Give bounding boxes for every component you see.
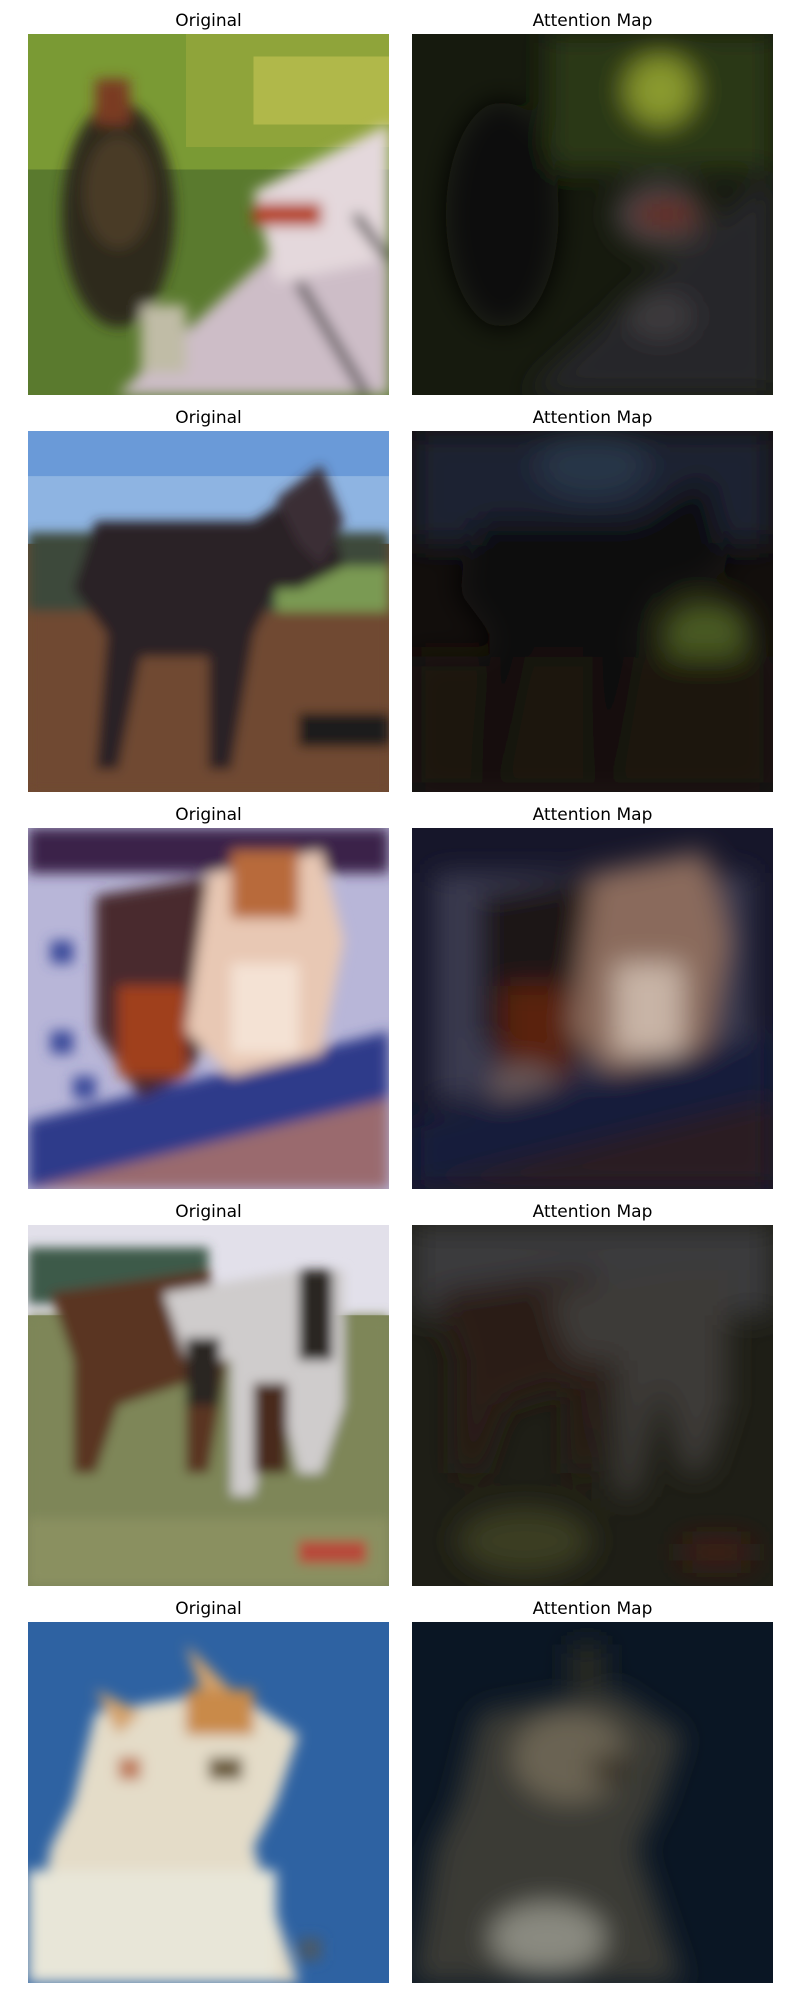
- panel-title: Original: [175, 805, 242, 825]
- panel-title: Original: [175, 11, 242, 31]
- attention-map-5: [412, 1622, 773, 1983]
- attention-map-2: [412, 431, 773, 792]
- original-image-5: [28, 1622, 389, 1983]
- panel-title: Original: [175, 1599, 242, 1619]
- original-image-2: [28, 431, 389, 792]
- attention-map-4: [412, 1225, 773, 1586]
- panel-title: Attention Map: [532, 408, 653, 428]
- attention-map-3: [412, 828, 773, 1189]
- panel-title: Attention Map: [532, 805, 653, 825]
- original-image-4: [28, 1225, 389, 1586]
- panel-title: Attention Map: [532, 1202, 653, 1222]
- panel-title: Original: [175, 408, 242, 428]
- panel-title: Attention Map: [532, 1599, 653, 1619]
- attention-map-1: [412, 34, 773, 395]
- panel-title: Original: [175, 1202, 242, 1222]
- panel-title: Attention Map: [532, 11, 653, 31]
- original-image-3: [28, 828, 389, 1189]
- attention-figure: Original Attention Map Original Attentio…: [0, 0, 800, 2000]
- original-image-1: [28, 34, 389, 395]
